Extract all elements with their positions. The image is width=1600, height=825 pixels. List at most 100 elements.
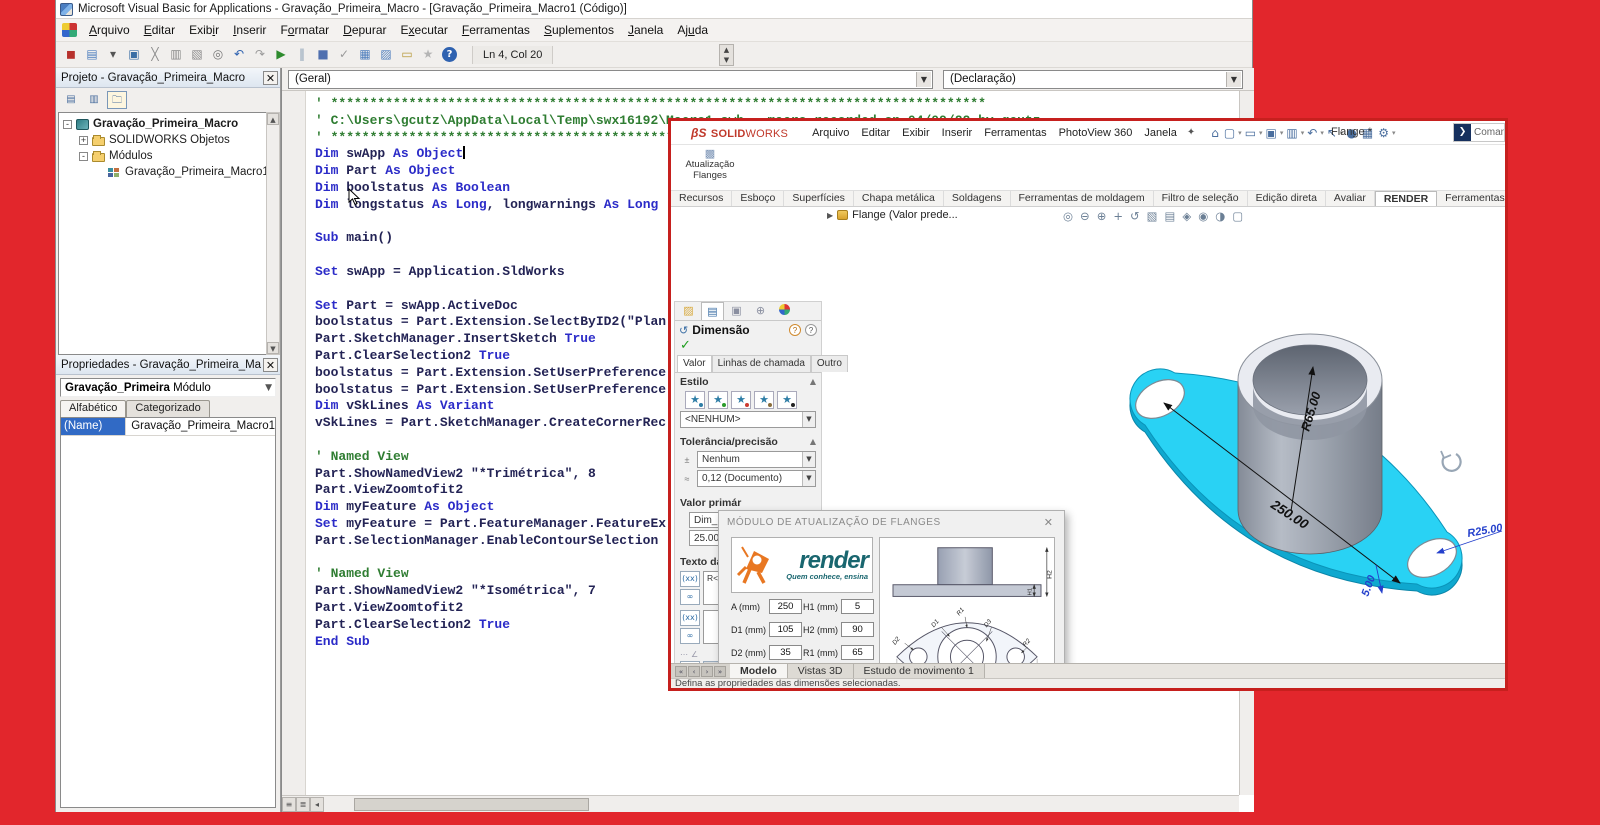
ribbon-tab-render[interactable]: RENDER [1375, 191, 1437, 206]
new-document-icon[interactable]: ▢ [1222, 126, 1237, 140]
print-icon[interactable]: ▥ [1284, 126, 1299, 140]
view-object-button[interactable]: ▥ [84, 91, 104, 109]
style-star-button-4[interactable]: ★ [777, 391, 797, 409]
paste-icon[interactable]: ▧ [188, 46, 206, 64]
help-icon[interactable]: ? [442, 47, 457, 62]
scroll-down-icon[interactable]: ▼ [267, 342, 279, 354]
properties-close-icon[interactable]: ✕ [263, 358, 278, 372]
sw-menu-exibir[interactable]: Exibir [896, 125, 936, 141]
view-orientation-icon[interactable]: ▤ [1164, 209, 1175, 223]
close-icon[interactable]: ✕ [1041, 516, 1056, 529]
ribbon-tab-ferramentas-de-moldagem[interactable]: Ferramentas de moldagem [1011, 191, 1154, 206]
zoom-area-icon[interactable]: ⊕ [1097, 209, 1107, 223]
scroll-up-icon[interactable]: ▲ [267, 113, 279, 125]
field-input-d2[interactable]: 35 [769, 645, 802, 660]
split-view-button[interactable]: ≣ [296, 797, 310, 812]
style-section-header[interactable]: Estilo ▲ [675, 373, 821, 390]
help-icon[interactable]: ? [805, 324, 817, 336]
pm-tab-valor[interactable]: Valor [677, 355, 712, 372]
rotate-view-icon[interactable]: ↺ [1130, 209, 1140, 223]
featuremanager-tab-icon[interactable]: ▨ [677, 302, 700, 320]
pm-tab-linhas-de-chamada[interactable]: Linhas de chamada [712, 355, 811, 372]
tree-item[interactable]: Gravação_Primeira_Macro1 [59, 164, 266, 180]
ribbon-tab-superfícies[interactable]: Superfícies [784, 191, 854, 206]
tolerance-section-header[interactable]: Tolerância/precisão ▲ [675, 433, 821, 450]
dimension-text-button[interactable]: ∞ [680, 589, 700, 605]
ribbon-tab-edição-direta[interactable]: Edição direta [1248, 191, 1326, 206]
expand-triangle-icon[interactable]: ▶ [827, 211, 833, 220]
redo-icon[interactable]: ↷ [251, 46, 269, 64]
collapse-chevron-icon[interactable]: ▲ [810, 437, 816, 446]
precision-dropdown[interactable]: 0,12 (Documento) ▼ [697, 470, 816, 487]
zoom-fit-icon[interactable]: ◎ [1063, 209, 1073, 223]
scrollbar-thumb[interactable] [354, 798, 589, 811]
vba-menu-exibir[interactable]: Exibir [182, 20, 226, 40]
project-scrollbar[interactable]: ▲ ▼ [266, 112, 280, 355]
style-star-button-3[interactable]: ★ [754, 391, 774, 409]
ribbon-tab-chapa-metálica[interactable]: Chapa metálica [854, 191, 944, 206]
bottom-tab-modelo[interactable]: Modelo [730, 664, 788, 678]
field-input-r1[interactable]: 65 [841, 645, 874, 660]
design-mode-icon[interactable]: ✓ [335, 46, 353, 64]
displaymanager-tab-icon[interactable] [773, 302, 796, 320]
section-view-icon[interactable]: ▧ [1147, 209, 1158, 223]
properties-window-icon[interactable]: ▨ [377, 46, 395, 64]
next-tab-icon[interactable]: › [701, 666, 713, 677]
vba-menu-ajuda[interactable]: Ajuda [670, 20, 715, 40]
zoom-out-icon[interactable]: ⊖ [1080, 209, 1090, 223]
tree-expander-icon[interactable]: - [79, 152, 88, 161]
toolbox-icon[interactable]: ★ [419, 46, 437, 64]
dimension-text-button[interactable]: (xx) [680, 571, 700, 587]
pin-icon[interactable]: ✦ [1183, 127, 1199, 138]
project-close-icon[interactable]: ✕ [263, 71, 278, 85]
style-dropdown[interactable]: <NENHUM> ▼ [680, 411, 816, 428]
last-tab-icon[interactable]: » [714, 666, 726, 677]
style-star-button-0[interactable]: ★ [685, 391, 705, 409]
open-icon[interactable]: ▭ [1243, 126, 1258, 140]
graphics-area[interactable]: ▶ Flange (Valor prede... ◎⊖⊕+↺▧▤◈◉◑▢ ▨ ▤… [671, 207, 1505, 663]
pan-icon[interactable]: + [1113, 209, 1123, 223]
ribbon-tab-ferramentas-de-renderização[interactable]: Ferramentas de renderização [1437, 191, 1505, 206]
tab-alfabetico[interactable]: Alfabético [60, 400, 126, 417]
sw-menu-arquivo[interactable]: Arquivo [806, 125, 855, 141]
vba-menu-editar[interactable]: Editar [137, 20, 182, 40]
propertymanager-tab-icon[interactable]: ▤ [701, 302, 724, 320]
sw-menu-ferramentas[interactable]: Ferramentas [978, 125, 1052, 141]
dimxpert-tab-icon[interactable]: ⊕ [749, 302, 772, 320]
help-pin-icon[interactable]: ? [789, 324, 801, 336]
tree-item[interactable]: +SOLIDWORKS Objetos [59, 132, 266, 148]
cut-icon[interactable]: ╳ [146, 46, 164, 64]
style-star-button-1[interactable]: ★ [708, 391, 728, 409]
property-row-name[interactable]: (Name) Gravação_Primeira_Macro1 [61, 418, 275, 436]
command-search-box[interactable]: ❯ Comandos [1453, 123, 1505, 142]
toggle-folders-button[interactable]: 🗀 [107, 91, 127, 109]
dimension-text-button[interactable]: ∞ [680, 628, 700, 644]
vba-menu-suplementos[interactable]: Suplementos [537, 20, 621, 40]
collapse-chevron-icon[interactable]: ▲ [810, 377, 816, 386]
tab-categorizado[interactable]: Categorizado [126, 400, 209, 417]
hide-show-icon[interactable]: ◉ [1198, 209, 1208, 223]
ribbon-tab-esboço[interactable]: Esboço [732, 191, 784, 206]
find-icon[interactable]: ◎ [209, 46, 227, 64]
insert-dropdown-icon[interactable]: ▾ [104, 46, 122, 64]
tree-expander-icon[interactable]: - [63, 120, 72, 129]
appearance-icon[interactable]: ◑ [1215, 209, 1225, 223]
configurationmanager-tab-icon[interactable]: ▣ [725, 302, 748, 320]
field-input-d1[interactable]: 105 [769, 622, 802, 637]
chevron-down-icon[interactable]: ▾ [1238, 129, 1242, 137]
field-input-a[interactable]: 250 [769, 599, 802, 614]
code-margin-gutter[interactable] [282, 91, 306, 795]
vba-menu-inserir[interactable]: Inserir [226, 20, 273, 40]
tree-expander-icon[interactable]: + [79, 136, 88, 145]
primary-value-section-header[interactable]: Valor primár [675, 494, 821, 511]
dialog-titlebar[interactable]: MÓDULO DE ATUALIZAÇÃO DE FLANGES ✕ [719, 511, 1064, 533]
vba-menu-janela[interactable]: Janela [621, 20, 670, 40]
view-object-icon[interactable]: ▤ [83, 46, 101, 64]
tolerance-type-dropdown[interactable]: Nenhum ▼ [697, 451, 816, 468]
split-view-button[interactable]: ≡ [282, 797, 296, 812]
stop-icon[interactable]: ■ [314, 46, 332, 64]
object-dropdown[interactable]: (Geral) ▼ [288, 70, 933, 89]
save-icon[interactable]: ▣ [1264, 126, 1279, 140]
field-input-h1[interactable]: 5 [841, 599, 874, 614]
toolbar-options-spinner[interactable]: ▲▼ [719, 44, 734, 66]
